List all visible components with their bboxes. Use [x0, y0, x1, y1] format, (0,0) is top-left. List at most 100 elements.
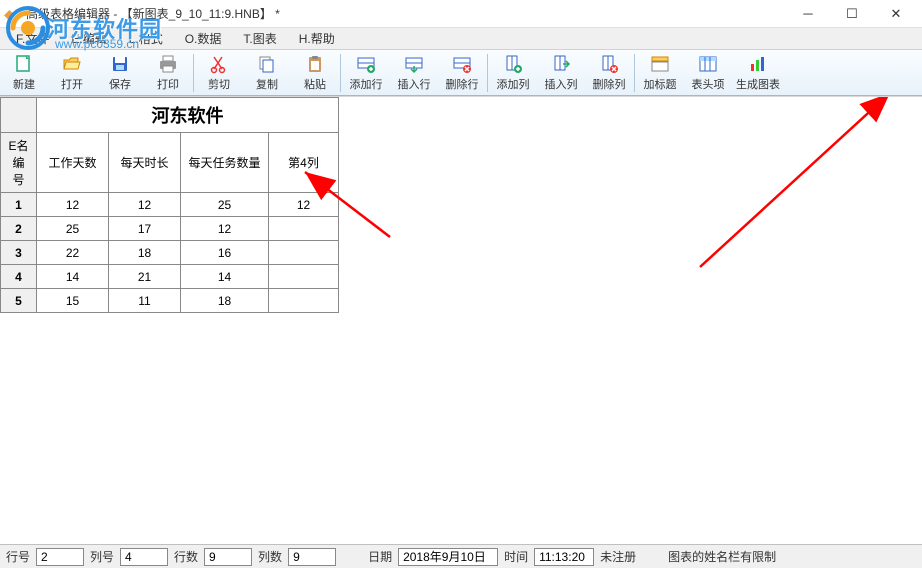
toolbar-separator: [340, 54, 341, 92]
menu-chart[interactable]: T.图表: [233, 28, 286, 49]
minimize-button[interactable]: ─: [786, 0, 830, 28]
row-header-column[interactable]: E名编号: [1, 133, 37, 193]
title-bar: ◆ 高级表格编辑器 - 【新图表_9_10_11:9.HNB】 * ─ ☐ ✕: [0, 0, 922, 28]
new-button[interactable]: 新建: [0, 51, 48, 95]
menu-file[interactable]: F.文件: [6, 28, 59, 49]
col-header[interactable]: 第4列: [269, 133, 339, 193]
cell[interactable]: 12: [37, 193, 109, 217]
menu-help[interactable]: H.帮助: [289, 28, 345, 49]
sb-time-label: 时间: [504, 548, 528, 565]
table-title-cell[interactable]: 河东软件: [37, 98, 339, 133]
save-icon: [110, 54, 130, 74]
copy-button[interactable]: 复制: [243, 51, 291, 95]
col-header[interactable]: 每天时长: [109, 133, 181, 193]
sb-colnum-label: 列号: [90, 548, 114, 565]
sb-date-label: 日期: [368, 548, 392, 565]
sb-colnum-input[interactable]: [120, 548, 168, 566]
copy-icon: [257, 54, 277, 74]
sb-time-input[interactable]: [534, 548, 594, 566]
content-area: 河东软件 E名编号 工作天数 每天时长 每天任务数量 第4列 1 12 12 2…: [0, 96, 922, 544]
gen-chart-button[interactable]: 生成图表: [732, 51, 784, 95]
add-title-button[interactable]: 加标题: [636, 51, 684, 95]
cell[interactable]: 12: [181, 217, 269, 241]
window-title: 高级表格编辑器 - 【新图表_9_10_11:9.HNB】 *: [26, 5, 786, 22]
cell[interactable]: 18: [109, 241, 181, 265]
cut-icon: [209, 54, 229, 74]
col-header[interactable]: 每天任务数量: [181, 133, 269, 193]
row-number[interactable]: 3: [1, 241, 37, 265]
add-title-icon: [650, 54, 670, 74]
print-icon: [158, 54, 178, 74]
add-col-button[interactable]: 添加列: [489, 51, 537, 95]
menu-edit[interactable]: E.编辑: [61, 28, 116, 49]
sb-footer-msg: 图表的姓名栏有限制: [668, 548, 776, 565]
close-button[interactable]: ✕: [874, 0, 918, 28]
sb-rownum-label: 行号: [6, 548, 30, 565]
delete-col-icon: [599, 54, 619, 74]
insert-col-button[interactable]: 插入列: [537, 51, 585, 95]
sb-reg-status: 未注册: [600, 548, 636, 565]
cut-button[interactable]: 剪切: [195, 51, 243, 95]
add-row-button[interactable]: 添加行: [342, 51, 390, 95]
cell[interactable]: 25: [37, 217, 109, 241]
open-button[interactable]: 打开: [48, 51, 96, 95]
menu-data[interactable]: O.数据: [175, 28, 232, 49]
cell[interactable]: [269, 241, 339, 265]
cell[interactable]: 16: [181, 241, 269, 265]
cell[interactable]: 14: [181, 265, 269, 289]
table-row: 1 12 12 25 12: [1, 193, 339, 217]
toolbar-separator: [634, 54, 635, 92]
app-icon: ◆: [4, 6, 20, 22]
cell[interactable]: [269, 265, 339, 289]
row-number[interactable]: 4: [1, 265, 37, 289]
cell[interactable]: 25: [181, 193, 269, 217]
print-button[interactable]: 打印: [144, 51, 192, 95]
insert-row-button[interactable]: 插入行: [390, 51, 438, 95]
header-item-button[interactable]: 表头项: [684, 51, 732, 95]
insert-row-icon: [404, 54, 424, 74]
cell[interactable]: [269, 289, 339, 313]
cell[interactable]: 22: [37, 241, 109, 265]
spreadsheet-table[interactable]: 河东软件 E名编号 工作天数 每天时长 每天任务数量 第4列 1 12 12 2…: [0, 97, 339, 313]
row-number[interactable]: 2: [1, 217, 37, 241]
cell[interactable]: 18: [181, 289, 269, 313]
cell[interactable]: 15: [37, 289, 109, 313]
paste-button[interactable]: 粘贴: [291, 51, 339, 95]
maximize-button[interactable]: ☐: [830, 0, 874, 28]
cell[interactable]: 11: [109, 289, 181, 313]
new-icon: [14, 54, 34, 74]
open-icon: [62, 54, 82, 74]
delete-row-icon: [452, 54, 472, 74]
col-header[interactable]: 工作天数: [37, 133, 109, 193]
row-number[interactable]: 1: [1, 193, 37, 217]
cell[interactable]: 14: [37, 265, 109, 289]
toolbar-separator: [193, 54, 194, 92]
header-item-icon: [698, 54, 718, 74]
corner-cell[interactable]: [1, 98, 37, 133]
cell[interactable]: 17: [109, 217, 181, 241]
menu-format[interactable]: L.格式: [119, 28, 173, 49]
sb-rowcount-label: 行数: [174, 548, 198, 565]
delete-row-button[interactable]: 删除行: [438, 51, 486, 95]
delete-col-button[interactable]: 删除列: [585, 51, 633, 95]
sb-colcount-input[interactable]: [288, 548, 336, 566]
paste-icon: [305, 54, 325, 74]
add-col-icon: [503, 54, 523, 74]
table-row: 2 25 17 12: [1, 217, 339, 241]
cell[interactable]: 12: [269, 193, 339, 217]
table-row: 4 14 21 14: [1, 265, 339, 289]
menu-bar: F.文件 E.编辑 L.格式 O.数据 T.图表 H.帮助: [0, 28, 922, 50]
cell[interactable]: [269, 217, 339, 241]
sb-date-input[interactable]: [398, 548, 498, 566]
sb-rowcount-input[interactable]: [204, 548, 252, 566]
sb-rownum-input[interactable]: [36, 548, 84, 566]
gen-chart-icon: [748, 54, 768, 74]
row-number[interactable]: 5: [1, 289, 37, 313]
save-button[interactable]: 保存: [96, 51, 144, 95]
table-row: 5 15 11 18: [1, 289, 339, 313]
insert-col-icon: [551, 54, 571, 74]
table-row: 3 22 18 16: [1, 241, 339, 265]
add-row-icon: [356, 54, 376, 74]
cell[interactable]: 12: [109, 193, 181, 217]
cell[interactable]: 21: [109, 265, 181, 289]
